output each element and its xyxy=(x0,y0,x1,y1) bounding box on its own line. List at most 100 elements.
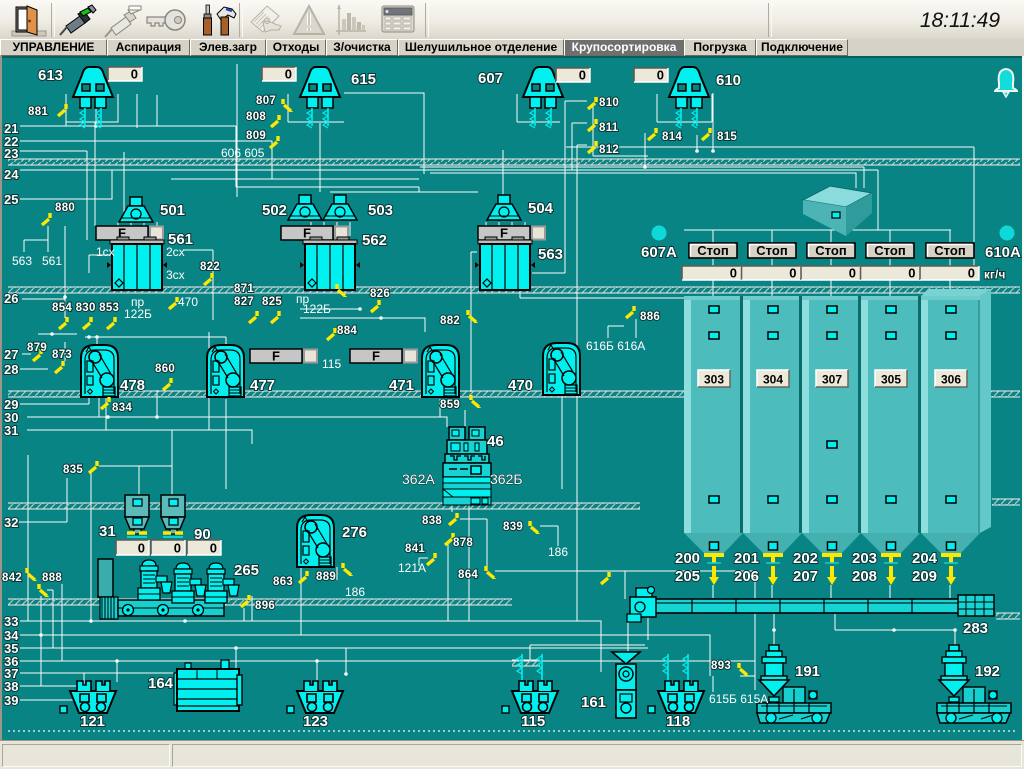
svg-text:0: 0 xyxy=(730,266,737,281)
svg-text:0: 0 xyxy=(789,266,796,281)
svg-text:362Б: 362Б xyxy=(490,471,523,487)
svg-text:606 605: 606 605 xyxy=(221,146,265,160)
svg-text:471: 471 xyxy=(389,377,414,394)
svg-text:123: 123 xyxy=(303,713,328,730)
svg-text:186: 186 xyxy=(548,545,568,559)
svg-text:0: 0 xyxy=(174,541,181,556)
svg-text:478: 478 xyxy=(120,377,145,394)
svg-text:24: 24 xyxy=(4,167,19,182)
svg-text:161: 161 xyxy=(581,694,606,711)
svg-text:31: 31 xyxy=(4,423,18,438)
svg-text:0: 0 xyxy=(908,266,915,281)
svg-text:838: 838 xyxy=(422,515,442,527)
svg-text:501: 501 xyxy=(160,202,185,219)
svg-text:810: 810 xyxy=(599,97,619,109)
svg-text:2сх: 2сх xyxy=(166,245,185,259)
svg-text:616Б 616А: 616Б 616А xyxy=(586,339,645,353)
svg-text:889: 889 xyxy=(316,571,336,583)
svg-text:115: 115 xyxy=(322,357,341,371)
svg-text:Стоп: Стоп xyxy=(815,243,846,258)
svg-text:115: 115 xyxy=(521,713,545,730)
svg-text:502: 502 xyxy=(262,202,287,219)
svg-text:878: 878 xyxy=(453,537,473,549)
svg-text:884: 884 xyxy=(337,325,357,337)
svg-text:0: 0 xyxy=(131,67,138,82)
svg-text:204: 204 xyxy=(912,550,938,567)
svg-text:815: 815 xyxy=(717,131,737,143)
svg-text:864: 864 xyxy=(458,569,478,581)
svg-text:809: 809 xyxy=(246,130,266,142)
svg-text:191: 191 xyxy=(795,663,820,680)
svg-text:0: 0 xyxy=(138,541,145,556)
svg-text:28: 28 xyxy=(4,362,18,377)
svg-text:607: 607 xyxy=(478,70,503,87)
svg-text:839: 839 xyxy=(503,521,523,533)
svg-text:F: F xyxy=(500,226,508,241)
svg-text:827: 827 xyxy=(234,296,254,308)
svg-text:610А: 610А xyxy=(985,244,1021,261)
svg-text:265: 265 xyxy=(234,562,259,579)
svg-text:205: 205 xyxy=(675,568,700,585)
svg-text:кг/ч: кг/ч xyxy=(984,270,1006,282)
svg-text:39: 39 xyxy=(4,693,18,708)
svg-text:842: 842 xyxy=(2,572,22,584)
svg-text:613: 613 xyxy=(38,67,63,84)
svg-text:90: 90 xyxy=(194,526,211,543)
svg-text:276: 276 xyxy=(342,524,367,541)
svg-text:121А: 121А xyxy=(398,561,426,575)
svg-text:814: 814 xyxy=(662,131,682,143)
svg-text:307: 307 xyxy=(822,373,842,387)
svg-text:Стоп: Стоп xyxy=(756,243,787,258)
svg-text:0: 0 xyxy=(849,266,856,281)
svg-text:825: 825 xyxy=(262,296,282,308)
svg-text:305: 305 xyxy=(881,373,901,387)
svg-text:807: 807 xyxy=(256,95,276,107)
svg-text:871: 871 xyxy=(234,283,254,295)
svg-text:812: 812 xyxy=(599,144,619,156)
svg-text:880: 880 xyxy=(55,202,75,214)
svg-text:881: 881 xyxy=(28,106,48,118)
svg-text:859: 859 xyxy=(440,399,460,411)
svg-text:200: 200 xyxy=(675,550,700,567)
svg-text:F: F xyxy=(272,349,280,364)
svg-text:206: 206 xyxy=(734,568,759,585)
svg-text:888: 888 xyxy=(42,572,62,584)
svg-text:3сх: 3сх xyxy=(166,268,185,282)
svg-text:561: 561 xyxy=(42,254,62,268)
svg-text:882: 882 xyxy=(440,315,460,327)
svg-text:122Б: 122Б xyxy=(124,307,152,321)
svg-text:F: F xyxy=(372,349,380,364)
svg-text:470: 470 xyxy=(508,377,533,394)
svg-text:203: 203 xyxy=(852,550,877,567)
svg-text:808: 808 xyxy=(246,111,266,123)
svg-text:563: 563 xyxy=(12,254,32,268)
svg-text:503: 503 xyxy=(368,202,393,219)
svg-text:811: 811 xyxy=(599,122,619,134)
svg-text:209: 209 xyxy=(912,568,937,585)
svg-text:283: 283 xyxy=(963,620,988,637)
svg-text:470: 470 xyxy=(178,295,198,309)
svg-text:207: 207 xyxy=(793,568,818,585)
svg-text:122Б: 122Б xyxy=(303,302,331,316)
svg-text:306: 306 xyxy=(941,373,961,387)
svg-text:304: 304 xyxy=(763,373,783,387)
svg-text:504: 504 xyxy=(528,200,554,217)
svg-text:23: 23 xyxy=(4,146,18,161)
svg-text:477: 477 xyxy=(250,377,275,394)
svg-text:362А: 362А xyxy=(402,471,435,487)
svg-text:118: 118 xyxy=(666,713,690,730)
svg-text:0: 0 xyxy=(657,68,664,83)
svg-text:841: 841 xyxy=(405,543,425,555)
svg-text:Стоп: Стоп xyxy=(697,243,728,258)
svg-text:25: 25 xyxy=(4,192,18,207)
svg-text:0: 0 xyxy=(968,266,975,281)
svg-text:607А: 607А xyxy=(641,244,677,261)
svg-text:896: 896 xyxy=(255,600,275,612)
svg-text:208: 208 xyxy=(852,568,877,585)
svg-text:192: 192 xyxy=(975,663,1000,680)
svg-text:F: F xyxy=(303,226,311,241)
svg-text:164: 164 xyxy=(148,675,174,692)
svg-text:27: 27 xyxy=(4,347,18,362)
svg-text:202: 202 xyxy=(793,550,818,567)
svg-text:32: 32 xyxy=(4,515,18,530)
